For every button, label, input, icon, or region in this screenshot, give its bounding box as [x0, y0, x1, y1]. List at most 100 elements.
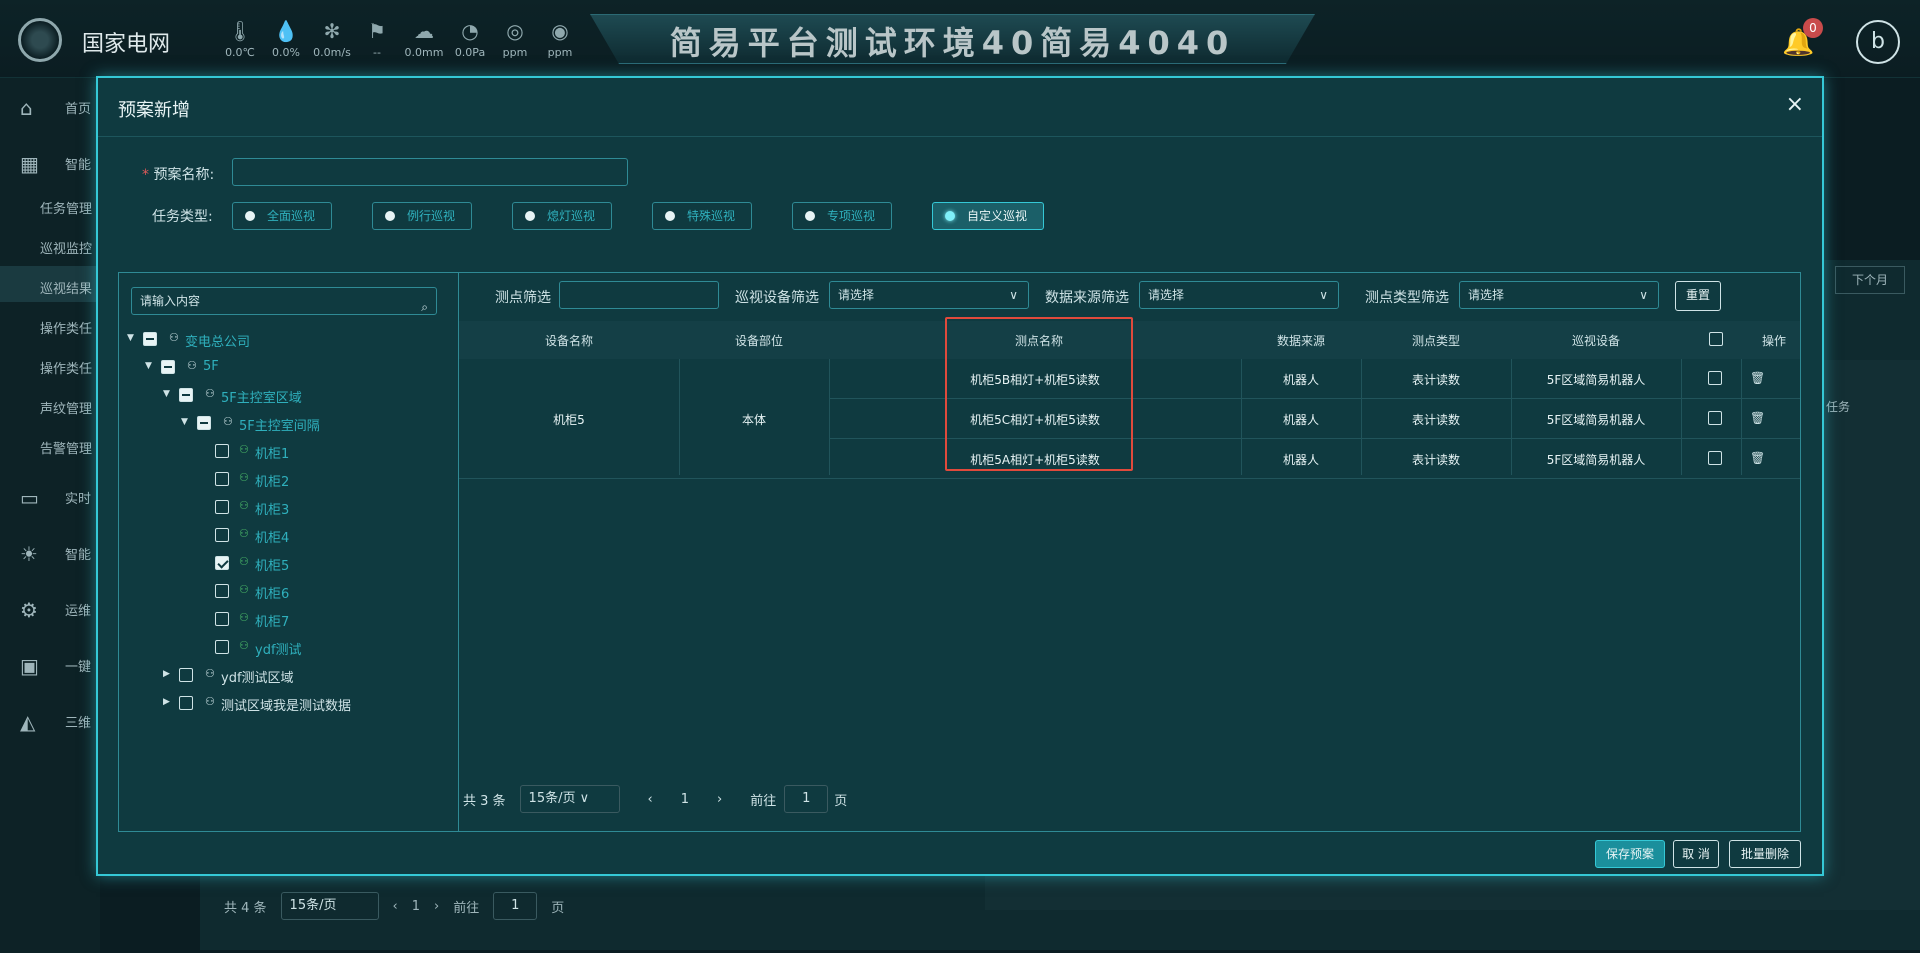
prev-page-icon[interactable]: ‹ [648, 792, 653, 807]
caret-down-icon[interactable]: ▼ [163, 389, 170, 399]
background-task-label: 任务 [1826, 400, 1851, 414]
tree-node-cabinet5[interactable]: ⚇ 机柜5 [199, 553, 399, 577]
type-filter-select[interactable]: 请选择 ∨ [1459, 281, 1659, 309]
sidebar-sub-voiceprint[interactable]: 声纹管理 [40, 398, 92, 417]
reset-button[interactable]: 重置 [1675, 281, 1721, 311]
tree-node-5f-control-bay[interactable]: ▼ ⚇ 5F主控室间隔 [181, 413, 441, 437]
radio-dot [805, 211, 815, 221]
goto-page-input[interactable]: 1 [784, 785, 829, 813]
tree-node-test-area[interactable]: ▶ ⚇ 测试区域我是测试数据 [163, 693, 443, 717]
tree-node-5f[interactable]: ▼ ⚇ 5F [145, 357, 445, 381]
tree-checkbox[interactable] [179, 696, 193, 710]
tree-checkbox[interactable] [215, 500, 229, 514]
radio-full-patrol[interactable]: 全面巡视 [232, 202, 332, 230]
chevron-down-icon: ∨ [1009, 288, 1018, 302]
goto-label: 前往 [453, 900, 480, 916]
cell-data-source: 机器人 [1282, 413, 1319, 427]
page-size-select[interactable]: 15条/页 ∨ [519, 785, 620, 813]
home-icon: ⌂ [20, 96, 33, 120]
source-filter-select[interactable]: 请选择 ∨ [1139, 281, 1339, 309]
tree-node-cabinet2[interactable]: ⚇ 机柜2 [199, 469, 399, 493]
tree-node-cabinet1[interactable]: ⚇ 机柜1 [199, 441, 399, 465]
sidebar-item-smart[interactable]: ▦ 智能 [0, 148, 100, 178]
cancel-button[interactable]: 取 消 [1673, 840, 1719, 868]
tree-checkbox[interactable] [179, 668, 193, 682]
plan-name-input[interactable] [232, 158, 628, 186]
sidebar-sub-op-task-2[interactable]: 操作类任 [40, 358, 92, 377]
background-page-size[interactable]: 15条/页 [280, 892, 379, 920]
background-page-number[interactable]: 1 [412, 899, 420, 914]
device-icon: ⚇ [239, 443, 249, 456]
sidebar-item-onekey[interactable]: ▣ 一键 [0, 650, 100, 680]
tree-search-input[interactable]: 请输入内容 ⌕ [131, 287, 437, 315]
save-plan-button[interactable]: 保存预案 [1595, 840, 1665, 868]
trash-icon[interactable]: 🗑 [1750, 451, 1765, 465]
sidebar-item-ops[interactable]: ⚙ 运维 [0, 594, 100, 624]
tree-node-cabinet7[interactable]: ⚇ 机柜7 [199, 609, 399, 633]
sidebar-sub-alarm[interactable]: 告警管理 [40, 438, 92, 457]
th-patrol-device: 巡视设备 [1571, 334, 1620, 348]
radio-routine-patrol[interactable]: 例行巡视 [372, 202, 472, 230]
tree-node-company[interactable]: ▼ ⚇ 变电总公司 [127, 329, 447, 353]
th-device-name: 设备名称 [544, 334, 593, 348]
radio-custom-patrol[interactable]: 自定义巡视 [932, 202, 1044, 230]
current-page[interactable]: 1 [681, 792, 689, 807]
sidebar-sub-patrol-result[interactable]: 巡视结果 [40, 278, 92, 297]
sidebar-sub-op-task-1[interactable]: 操作类任 [40, 318, 92, 337]
tree-checkbox[interactable] [179, 388, 193, 402]
plan-name-label: * 预案名称: [142, 167, 215, 183]
caret-right-icon[interactable]: ▶ [163, 669, 170, 679]
sidebar-sub-patrol-monitor[interactable]: 巡视监控 [40, 238, 92, 257]
source-filter-label: 数据来源筛选 [1045, 290, 1129, 306]
point-filter-input[interactable] [559, 281, 719, 309]
next-month-button[interactable]: 下个月 [1835, 266, 1905, 294]
batch-delete-button[interactable]: 批量删除 [1729, 840, 1801, 868]
type-filter-label: 测点类型筛选 [1365, 290, 1449, 306]
row-checkbox[interactable] [1708, 371, 1722, 385]
goto-label: 前往 [750, 793, 777, 809]
caret-down-icon[interactable]: ▼ [181, 417, 188, 427]
row-checkbox[interactable] [1708, 451, 1722, 465]
trash-icon[interactable]: 🗑 [1750, 411, 1765, 425]
sidebar-sub-task-manage[interactable]: 任务管理 [40, 198, 92, 217]
caret-down-icon[interactable]: ▼ [127, 333, 134, 343]
tree-checkbox[interactable] [215, 584, 229, 598]
caret-right-icon[interactable]: ▶ [163, 697, 170, 707]
wind-icon: ✻ [323, 19, 341, 43]
trash-icon[interactable]: 🗑 [1750, 371, 1765, 385]
tree-node-cabinet3[interactable]: ⚇ 机柜3 [199, 497, 399, 521]
tree-node-cabinet4[interactable]: ⚇ 机柜4 [199, 525, 399, 549]
search-icon[interactable]: ⌕ [421, 294, 428, 320]
select-all-checkbox[interactable] [1709, 332, 1723, 346]
tree-checkbox-checked[interactable] [215, 556, 229, 570]
radio-special-patrol[interactable]: 特殊巡视 [652, 202, 752, 230]
tree-checkbox[interactable] [215, 444, 229, 458]
tree-checkbox[interactable] [197, 416, 211, 430]
next-page-icon[interactable]: › [434, 899, 439, 914]
tree-node-cabinet6[interactable]: ⚇ 机柜6 [199, 581, 399, 605]
device-filter-select[interactable]: 请选择 ∨ [829, 281, 1029, 309]
avatar[interactable]: b [1856, 20, 1900, 64]
next-page-icon[interactable]: › [717, 792, 722, 807]
close-icon[interactable]: × [1786, 92, 1804, 117]
prev-page-icon[interactable]: ‹ [393, 899, 398, 914]
tree-node-ydf-area[interactable]: ▶ ⚇ ydf测试区域 [163, 665, 443, 689]
sidebar-item-realtime[interactable]: ▭ 实时 [0, 482, 100, 512]
caret-down-icon[interactable]: ▼ [145, 361, 152, 371]
sidebar-item-home[interactable]: ⌂ 首页 [0, 92, 100, 122]
tree-checkbox[interactable] [215, 612, 229, 626]
tree-checkbox[interactable] [215, 528, 229, 542]
row-checkbox[interactable] [1708, 411, 1722, 425]
background-goto-input[interactable]: 1 [493, 892, 538, 920]
sidebar-item-intelligent[interactable]: ☀ 智能 [0, 538, 100, 568]
tree-checkbox[interactable] [143, 332, 157, 346]
tree-checkbox[interactable] [215, 640, 229, 654]
device-tree-panel: 请输入内容 ⌕ ▼ ⚇ 变电总公司 ▼ ⚇ 5F ▼ ⚇ 5F主控室区域 ▼ ⚇ 5F主控室间隔 … [118, 272, 459, 832]
tree-node-ydf-test[interactable]: ⚇ ydf测试 [199, 637, 399, 661]
sidebar-item-3d[interactable]: ◭ 三维 [0, 706, 100, 736]
tree-checkbox[interactable] [215, 472, 229, 486]
tree-checkbox[interactable] [161, 360, 175, 374]
tree-node-5f-control-area[interactable]: ▼ ⚇ 5F主控室区域 [163, 385, 443, 409]
radio-lights-off-patrol[interactable]: 熄灯巡视 [512, 202, 612, 230]
radio-dedicated-patrol[interactable]: 专项巡视 [792, 202, 892, 230]
